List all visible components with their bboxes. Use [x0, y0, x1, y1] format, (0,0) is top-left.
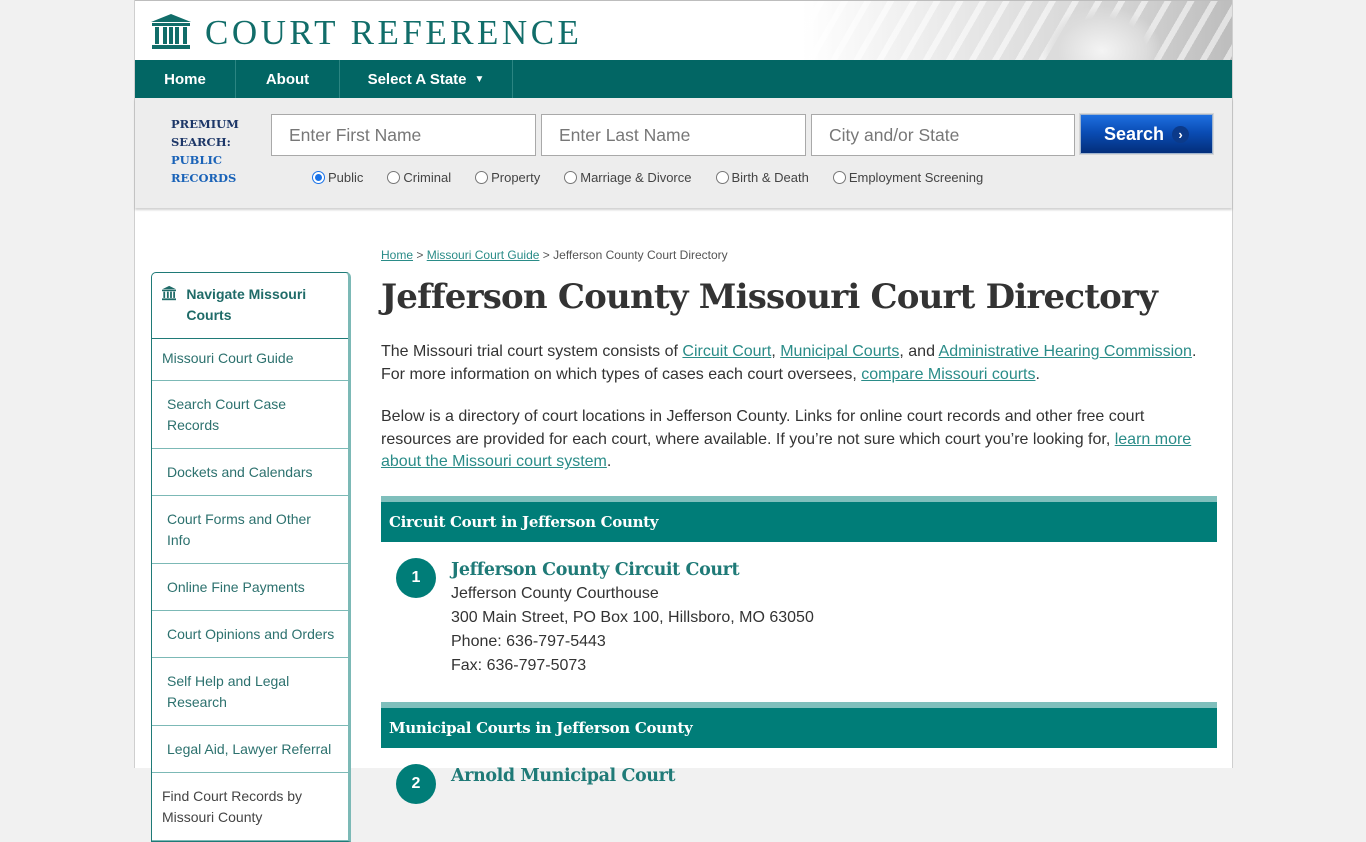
radio-button[interactable] — [564, 171, 578, 184]
record-type-radios: Public Criminal Property Marriage & Divo… — [312, 170, 1007, 185]
court-name-link[interactable]: Jefferson County Circuit Court — [451, 558, 814, 582]
caret-down-icon: ▼ — [474, 73, 485, 85]
sidebar-nav: Navigate Missouri Courts Missouri Court … — [151, 272, 351, 842]
courthouse-icon — [162, 285, 177, 301]
premium-label-line: SEARCH: — [171, 135, 231, 149]
radio-label: Public — [328, 170, 364, 185]
nav-home-label: Home — [164, 70, 206, 88]
link-compare-missouri-courts[interactable]: compare Missouri courts — [861, 366, 1035, 383]
radio-property[interactable]: Property — [475, 170, 540, 185]
radio-button-checked[interactable] — [312, 171, 325, 184]
link-circuit-court[interactable]: Circuit Court — [682, 343, 771, 360]
radio-label: Property — [491, 170, 541, 185]
sidebar-item-online-fine-payments[interactable]: Online Fine Payments — [152, 564, 348, 611]
radio-criminal[interactable]: Criminal — [387, 170, 451, 185]
intro-text: . — [1035, 366, 1040, 384]
page-title: Jefferson County Missouri Court Director… — [381, 277, 1158, 317]
main-content: Home > Missouri Court Guide > Jefferson … — [381, 248, 1217, 804]
intro-text: , — [771, 343, 781, 361]
breadcrumb-separator: > — [416, 248, 424, 262]
radio-employment-screening[interactable]: Employment Screening — [832, 170, 984, 185]
court-listing: 2 Arnold Municipal Court — [381, 748, 1217, 804]
intro-paragraph: The Missouri trial court system consists… — [381, 341, 1217, 386]
court-details: Arnold Municipal Court — [451, 764, 675, 804]
breadcrumb: Home > Missouri Court Guide > Jefferson … — [381, 248, 1217, 262]
premium-search-bar: PREMIUM SEARCH: PUBLIC RECORDS Enter Fir… — [135, 98, 1232, 208]
site-header: COURT REFERENCE — [135, 0, 1232, 60]
search-button[interactable]: Search › — [1079, 113, 1214, 155]
radio-label: Marriage & Divorce — [580, 170, 692, 185]
logo-text: COURT REFERENCE — [205, 12, 583, 52]
link-administrative-hearing-commission[interactable]: Administrative Hearing Commission — [939, 343, 1192, 360]
logo[interactable]: COURT REFERENCE — [151, 14, 582, 50]
nav-home[interactable]: Home — [135, 60, 236, 98]
search-button-label: Search — [1103, 123, 1165, 144]
premium-label-line: RECORDS — [171, 171, 237, 185]
radio-label: Criminal — [403, 170, 452, 185]
intro-text: The Missouri trial court system consists… — [381, 343, 683, 361]
breadcrumb-separator: > — [542, 248, 550, 262]
radio-button[interactable] — [715, 171, 729, 184]
radio-label: Employment Screening — [848, 170, 984, 185]
city-state-placeholder: City and/or State — [829, 124, 960, 145]
sidebar-item-find-by-county[interactable]: Find Court Records by Missouri County — [152, 773, 348, 841]
sidebar-item-missouri-court-guide[interactable]: Missouri Court Guide — [152, 339, 348, 381]
link-municipal-courts[interactable]: Municipal Courts — [780, 343, 899, 360]
column-banner-image — [802, 1, 1232, 60]
last-name-placeholder: Enter Last Name — [559, 124, 691, 145]
radio-label: Birth & Death — [731, 170, 809, 185]
section-header-municipal: Municipal Courts in Jefferson County — [381, 701, 1217, 748]
premium-label-line: PREMIUM — [171, 117, 239, 131]
nav-select-state[interactable]: Select A State ▼ — [340, 60, 513, 98]
breadcrumb-current: Jefferson County Court Directory — [553, 248, 728, 262]
sidebar-item-self-help[interactable]: Self Help and Legal Research — [152, 658, 348, 726]
court-number-badge: 1 — [396, 557, 436, 598]
court-building: Jefferson County Courthouse — [451, 584, 659, 602]
court-address: 300 Main Street, PO Box 100, Hillsboro, … — [451, 608, 814, 626]
radio-button[interactable] — [387, 171, 401, 184]
city-state-input[interactable]: City and/or State — [811, 114, 1075, 156]
intro-text: Below is a directory of court locations … — [381, 407, 1145, 448]
first-name-input[interactable]: Enter First Name — [271, 114, 536, 156]
first-name-placeholder: Enter First Name — [289, 124, 422, 145]
premium-label-line: PUBLIC — [171, 153, 223, 167]
sidebar-item-court-forms[interactable]: Court Forms and Other Info — [152, 496, 348, 564]
court-number-badge: 2 — [396, 763, 436, 804]
breadcrumb-home[interactable]: Home — [381, 248, 413, 262]
main-nav: Home About Select A State ▼ — [135, 60, 1232, 98]
nav-about[interactable]: About — [236, 60, 340, 98]
chevron-right-icon: › — [1172, 125, 1190, 143]
radio-birth-death[interactable]: Birth & Death — [715, 170, 809, 185]
sidebar-item-dockets-calendars[interactable]: Dockets and Calendars — [152, 449, 348, 496]
radio-button[interactable] — [832, 171, 846, 184]
sidebar-item-court-opinions[interactable]: Court Opinions and Orders — [152, 611, 348, 658]
section-header-circuit: Circuit Court in Jefferson County — [381, 495, 1217, 542]
sidebar-title: Navigate Missouri Courts — [186, 286, 307, 323]
breadcrumb-missouri-court-guide[interactable]: Missouri Court Guide — [427, 248, 540, 262]
nav-select-state-label: Select A State — [367, 70, 467, 88]
intro-text: , and — [899, 343, 939, 361]
radio-button[interactable] — [475, 171, 489, 184]
court-details: Jefferson County Circuit Court Jefferson… — [451, 558, 814, 678]
intro-text: . — [606, 453, 612, 471]
page-container: COURT REFERENCE Home About Select A Stat… — [134, 0, 1233, 842]
courthouse-icon — [151, 14, 191, 49]
nav-about-label: About — [265, 70, 310, 88]
sidebar-item-search-court-case-records[interactable]: Search Court Case Records — [152, 381, 348, 449]
radio-marriage-divorce[interactable]: Marriage & Divorce — [564, 170, 692, 185]
last-name-input[interactable]: Enter Last Name — [541, 114, 806, 156]
radio-public[interactable]: Public — [312, 170, 363, 185]
sidebar-item-legal-aid[interactable]: Legal Aid, Lawyer Referral — [152, 726, 348, 773]
sidebar-header: Navigate Missouri Courts — [152, 273, 348, 339]
directory-paragraph: Below is a directory of court locations … — [381, 406, 1217, 474]
court-fax: Fax: 636-797-5073 — [451, 656, 587, 674]
premium-search-label: PREMIUM SEARCH: PUBLIC RECORDS — [171, 115, 239, 187]
court-phone: Phone: 636-797-5443 — [451, 632, 606, 650]
court-listing: 1 Jefferson County Circuit Court Jeffers… — [381, 542, 1217, 678]
